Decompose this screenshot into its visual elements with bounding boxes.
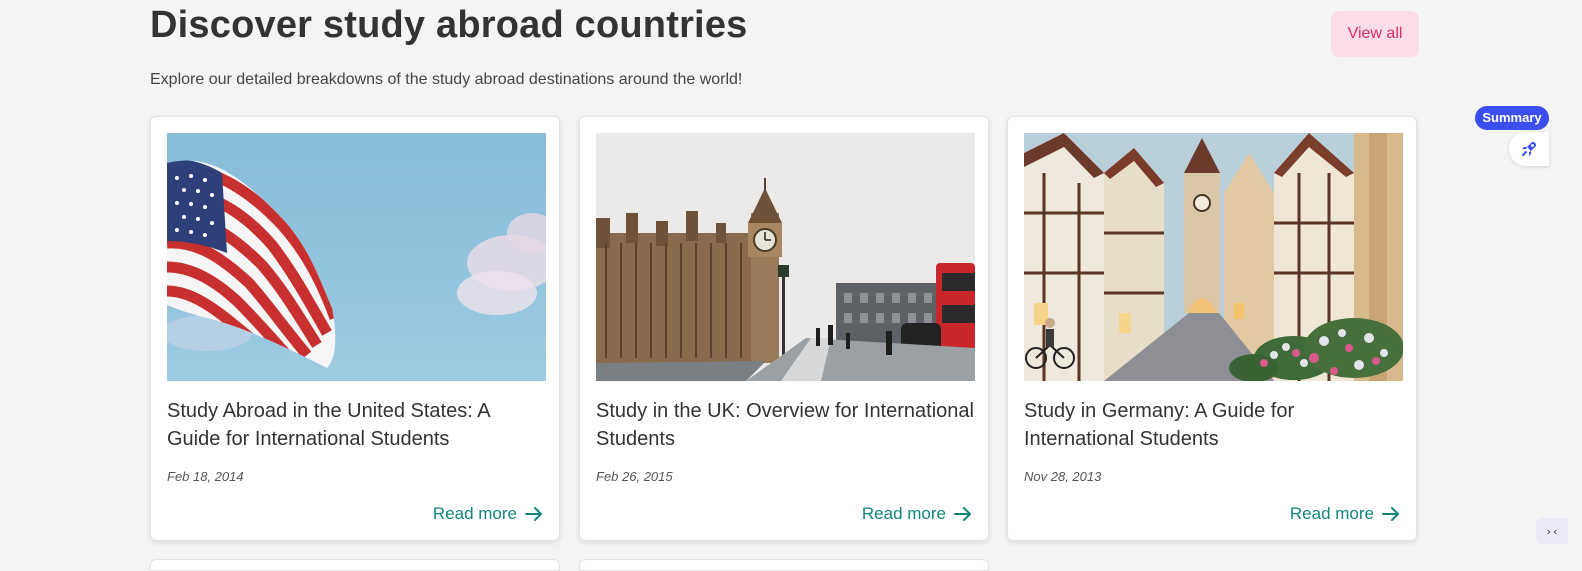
next-row-card-stub — [150, 559, 560, 571]
view-all-button[interactable]: View all — [1331, 11, 1419, 57]
card-date: Nov 28, 2013 — [1024, 469, 1102, 484]
arrow-right-icon — [525, 507, 542, 521]
card-title[interactable]: Study Abroad in the United States: A Gui… — [167, 397, 547, 453]
section-subtitle: Explore our detailed breakdowns of the s… — [150, 71, 743, 88]
read-more-label: Read more — [432, 504, 517, 523]
rocket-button[interactable] — [1509, 132, 1549, 166]
section-title: Discover study abroad countries — [150, 4, 748, 46]
summary-badge[interactable]: Summary — [1475, 106, 1549, 130]
country-card-germany[interactable]: Study in Germany: A Guide for Internatio… — [1007, 116, 1417, 541]
next-row-card-stub — [579, 559, 989, 571]
rocket-icon — [1522, 142, 1536, 156]
us-flag-image[interactable] — [167, 133, 546, 381]
card-title[interactable]: Study in Germany: A Guide for Internatio… — [1024, 397, 1404, 453]
german-town-street-image[interactable] — [1024, 133, 1403, 381]
collapse-icon[interactable]: ›‹ — [1536, 518, 1568, 544]
read-more-label: Read more — [1289, 504, 1374, 523]
london-big-ben-image[interactable] — [596, 133, 975, 381]
card-date: Feb 18, 2014 — [167, 469, 244, 484]
read-more-link[interactable]: Read more — [433, 504, 543, 524]
card-date: Feb 26, 2015 — [596, 469, 673, 484]
country-card-usa[interactable]: Study Abroad in the United States: A Gui… — [150, 116, 560, 541]
country-card-uk[interactable]: Study in the UK: Overview for Internatio… — [579, 116, 989, 541]
read-more-label: Read more — [861, 504, 946, 523]
read-more-link[interactable]: Read more — [862, 504, 972, 524]
read-more-link[interactable]: Read more — [1290, 504, 1400, 524]
card-title[interactable]: Study in the UK: Overview for Internatio… — [596, 397, 976, 453]
arrow-right-icon — [1382, 507, 1399, 521]
arrow-right-icon — [954, 507, 971, 521]
